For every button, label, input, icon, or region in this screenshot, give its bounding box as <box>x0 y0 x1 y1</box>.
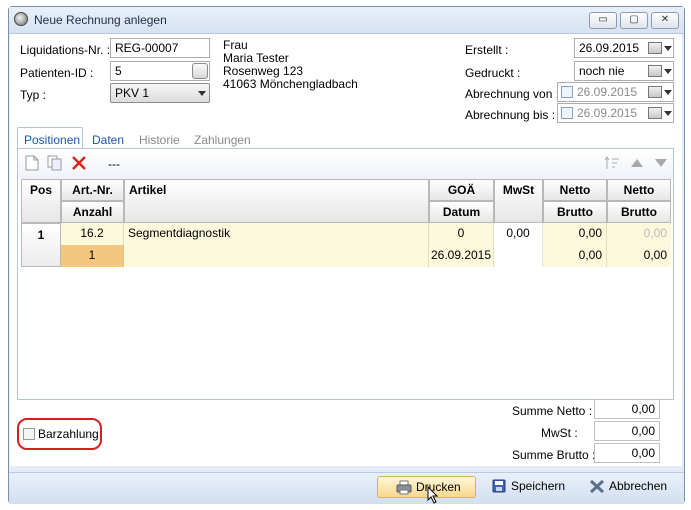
summe-brutto-label: Summe Brutto : <box>512 448 596 462</box>
chevron-down-icon[interactable] <box>664 69 672 74</box>
maximize-icon: ▢ <box>629 14 639 25</box>
new-document-icon[interactable] <box>25 155 39 171</box>
save-button-label: Speichern <box>511 479 566 493</box>
move-down-icon[interactable] <box>654 158 668 168</box>
barzahlung-label[interactable]: Barzahlung <box>38 427 99 441</box>
row-netto-cell[interactable]: 0,00 <box>543 223 607 245</box>
tab-daten[interactable]: Daten <box>92 133 124 147</box>
gedruckt-label: Gedruckt : <box>465 66 521 80</box>
abrechnung-von-checkbox[interactable] <box>561 86 573 98</box>
minimize-button[interactable]: ▭ <box>589 12 617 29</box>
window-title: Neue Rechnung anlegen <box>34 13 167 27</box>
liquidation-number-field[interactable]: REG-00007 <box>110 38 210 58</box>
typ-select-value: PKV 1 <box>115 86 150 100</box>
typ-select[interactable]: PKV 1 <box>110 83 210 103</box>
sort-icon[interactable] <box>604 156 620 170</box>
barzahlung-checkbox[interactable] <box>23 428 35 440</box>
save-button[interactable]: Speichern <box>490 476 570 498</box>
calendar-icon[interactable] <box>648 42 662 54</box>
col-header-pos[interactable]: Pos <box>21 179 61 223</box>
col-header-brutto[interactable]: Brutto <box>607 201 671 223</box>
cancel-button-label: Abbrechen <box>609 479 668 493</box>
chevron-down-icon <box>198 91 206 96</box>
maximize-button[interactable]: ▢ <box>620 12 648 29</box>
patient-id-label: Patienten-ID : <box>20 66 94 80</box>
button-bar <box>9 472 684 504</box>
col-header-brutto[interactable]: Brutto <box>543 201 607 223</box>
tab-positionen[interactable]: Positionen <box>24 133 80 147</box>
col-header-art-nr[interactable]: Art.-Nr. <box>61 179 124 201</box>
save-icon <box>492 479 506 493</box>
row-netto2-cell[interactable]: 0,00 <box>607 223 671 245</box>
row-pos-cell[interactable]: 1 <box>21 223 61 267</box>
typ-label: Typ : <box>20 88 47 102</box>
row-artikel-cell[interactable]: Segmentdiagnostik <box>124 223 429 245</box>
chevron-down-icon[interactable] <box>664 46 672 51</box>
mwst-field: 0,00 <box>594 421 660 441</box>
address-block: Frau Maria Tester Rosenweg 123 41063 Mön… <box>223 39 358 91</box>
summe-brutto-field: 0,00 <box>594 443 660 463</box>
abrechnung-bis-checkbox[interactable] <box>561 107 573 119</box>
copy-icon[interactable] <box>47 155 63 171</box>
delete-icon[interactable] <box>71 156 87 170</box>
close-icon: ✕ <box>660 14 670 25</box>
col-header-netto[interactable]: Netto <box>607 179 671 201</box>
col-header-goae[interactable]: GOÄ <box>429 179 494 201</box>
cancel-icon <box>589 479 605 494</box>
col-header-datum[interactable]: Datum <box>429 201 494 223</box>
address-line: 41063 Mönchengladbach <box>223 77 358 91</box>
move-up-icon[interactable] <box>630 158 644 168</box>
erstellt-label: Erstellt : <box>465 43 509 57</box>
printer-icon <box>396 480 412 495</box>
mwst-label: MwSt : <box>541 426 578 440</box>
row-mwst-cell[interactable]: 0,00 <box>494 223 543 267</box>
col-header-anzahl[interactable]: Anzahl <box>61 201 124 223</box>
liquidation-label: Liquidations-Nr. : <box>20 43 111 57</box>
col-header-netto[interactable]: Netto <box>543 179 607 201</box>
close-button[interactable]: ✕ <box>651 12 679 29</box>
calendar-icon[interactable] <box>648 65 662 77</box>
minimize-icon: ▭ <box>598 14 608 25</box>
calendar-icon[interactable] <box>648 107 662 119</box>
summe-netto-label: Summe Netto : <box>512 404 593 418</box>
toolbar-separator-text: --- <box>108 157 120 171</box>
row-art-nr-cell[interactable]: 16.2 <box>61 223 124 245</box>
tab-historie[interactable]: Historie <box>139 133 180 147</box>
col-header-mwst[interactable]: MwSt <box>494 179 543 223</box>
abrechnung-bis-label: Abrechnung bis : <box>465 108 556 122</box>
row-goae-cell[interactable]: 0 <box>429 223 494 245</box>
row-brutto-cell[interactable]: 0,00 <box>543 245 607 267</box>
chevron-down-icon[interactable] <box>664 111 672 116</box>
calendar-icon[interactable] <box>648 86 662 98</box>
cursor-icon <box>427 486 439 504</box>
row-empty-cell[interactable] <box>124 245 429 267</box>
chevron-down-icon[interactable] <box>664 90 672 95</box>
app-icon <box>14 12 28 26</box>
row-anzahl-cell[interactable]: 1 <box>61 245 124 267</box>
summe-netto-field: 0,00 <box>594 399 660 419</box>
cancel-button[interactable]: Abbrechen <box>587 476 677 498</box>
patient-lookup-button[interactable] <box>192 63 208 79</box>
abrechnung-von-label: Abrechnung von : <box>465 87 560 101</box>
tab-zahlungen[interactable]: Zahlungen <box>194 133 251 147</box>
col-header-artikel[interactable]: Artikel <box>124 179 429 223</box>
row-datum-cell[interactable]: 26.09.2015 <box>429 245 494 267</box>
row-brutto2-cell[interactable]: 0,00 <box>607 245 671 267</box>
table-row[interactable]: 1 16.2 Segmentdiagnostik 0 0,00 0,00 0,0… <box>21 223 671 267</box>
